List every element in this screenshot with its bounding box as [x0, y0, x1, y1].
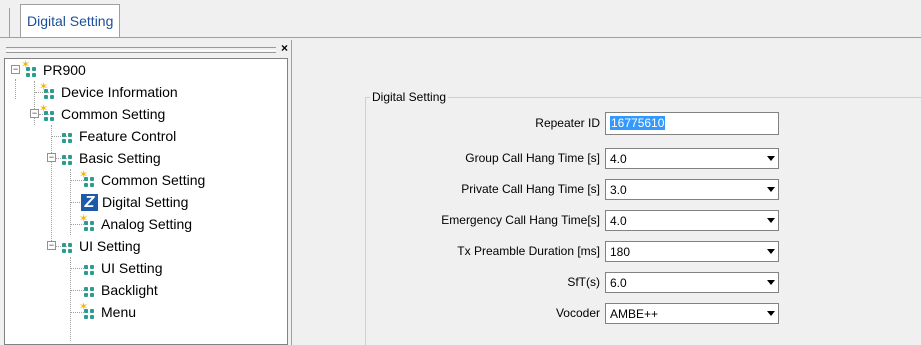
- digital-setting-panel: Digital Setting Repeater ID 16775610 Gro…: [300, 40, 921, 345]
- private-call-label-row: Private Call Hang Time [s]: [300, 178, 600, 200]
- collapse-basic-setting-icon[interactable]: −: [47, 153, 56, 162]
- feature-icon: [81, 282, 97, 298]
- tree-node-label: Basic Setting: [79, 150, 161, 166]
- tree-node-label: Backlight: [101, 282, 158, 298]
- tx-preamble-label-row: Tx Preamble Duration [ms]: [300, 240, 600, 262]
- repeater-id-field[interactable]: 16775610: [605, 112, 779, 135]
- emergency-call-hang-time-select[interactable]: 4.0: [605, 210, 779, 231]
- select-value: 6.0: [610, 276, 627, 290]
- group-title: Digital Setting: [370, 90, 449, 104]
- select-value: 4.0: [610, 214, 627, 228]
- sft-label-row: SfT(s): [300, 271, 600, 293]
- feature-icon: ✶: [39, 103, 57, 122]
- tx-preamble-duration-select[interactable]: 180: [605, 241, 779, 262]
- tree-node-label: UI Setting: [101, 260, 163, 276]
- tree-node-label: Device Information: [61, 84, 178, 100]
- tree-node-common-setting[interactable]: ✶ Common Setting: [39, 103, 166, 125]
- tree-node-label: Common Setting: [101, 172, 206, 188]
- chevron-down-icon: [767, 280, 775, 285]
- tab-divider: [0, 37, 921, 38]
- feature-icon: ✶: [79, 213, 97, 232]
- tree-node-ui-setting-child[interactable]: UI Setting: [81, 257, 162, 279]
- tab-strip-edge: [9, 8, 10, 38]
- feature-icon: ✶: [79, 169, 97, 188]
- select-value: 4.0: [610, 152, 627, 166]
- repeater-id-value: 16775610: [610, 116, 666, 130]
- select-value: AMBE++: [610, 307, 659, 321]
- emergency-call-label-row: Emergency Call Hang Time[s]: [300, 209, 600, 231]
- tree-view[interactable]: − ✶ PR900 ✶ Device Information − ✶ Commo…: [4, 58, 288, 345]
- tree-node-label: PR900: [43, 62, 86, 78]
- tx-preamble-duration-label: Tx Preamble Duration [ms]: [457, 244, 600, 258]
- sft-label: SfT(s): [567, 275, 600, 289]
- tree-node-label: UI Setting: [79, 238, 141, 254]
- select-value: 180: [610, 245, 631, 259]
- collapse-common-setting-icon[interactable]: −: [30, 109, 39, 118]
- tree-node-backlight[interactable]: Backlight: [81, 279, 158, 301]
- select-value: 3.0: [610, 183, 627, 197]
- collapse-pr900-icon[interactable]: −: [11, 65, 20, 74]
- tab-digital-setting[interactable]: Digital Setting: [20, 4, 121, 38]
- private-call-hang-time-label: Private Call Hang Time [s]: [461, 182, 600, 196]
- chevron-down-icon: [767, 187, 775, 192]
- collapse-ui-setting-icon[interactable]: −: [47, 241, 56, 250]
- feature-icon: ✶: [79, 301, 97, 320]
- tree-panel: × − ✶ PR900 ✶ Device Information − ✶ Com…: [0, 40, 292, 345]
- tree-node-device-information[interactable]: ✶ Device Information: [39, 81, 178, 103]
- vocoder-label-row: Vocoder: [300, 302, 600, 324]
- digital-setting-icon: Z: [81, 193, 98, 211]
- private-call-hang-time-select[interactable]: 3.0: [605, 179, 779, 200]
- vocoder-label: Vocoder: [555, 306, 600, 320]
- feature-icon: [81, 260, 97, 276]
- tree-node-feature-control[interactable]: Feature Control: [59, 125, 176, 147]
- chevron-down-icon: [767, 218, 775, 223]
- tree-node-digital-setting[interactable]: Z Digital Setting: [81, 191, 188, 213]
- tree-node-basic-common-setting[interactable]: ✶ Common Setting: [79, 169, 206, 191]
- emergency-call-hang-time-label: Emergency Call Hang Time[s]: [441, 213, 600, 227]
- group-call-label-row: Group Call Hang Time [s]: [300, 147, 600, 169]
- vocoder-select[interactable]: AMBE++: [605, 303, 779, 324]
- feature-icon: [59, 128, 75, 144]
- group-call-hang-time-select[interactable]: 4.0: [605, 148, 779, 169]
- repeater-id-label-row: Repeater ID: [300, 112, 600, 134]
- group-call-hang-time-label: Group Call Hang Time [s]: [465, 151, 600, 165]
- close-icon[interactable]: ×: [281, 41, 288, 55]
- chevron-down-icon: [767, 156, 775, 161]
- tree-node-ui-setting[interactable]: UI Setting: [59, 235, 140, 257]
- tree-node-pr900[interactable]: ✶ PR900: [21, 59, 86, 81]
- feature-icon: ✶: [21, 59, 39, 78]
- tree-node-menu[interactable]: ✶ Menu: [79, 301, 137, 323]
- sft-select[interactable]: 6.0: [605, 272, 779, 293]
- tree-node-label: Common Setting: [61, 106, 166, 122]
- tree-node-analog-setting[interactable]: ✶ Analog Setting: [79, 213, 193, 235]
- repeater-id-label: Repeater ID: [535, 116, 600, 130]
- chevron-down-icon: [767, 311, 775, 316]
- tab-strip: Digital Setting: [0, 0, 921, 40]
- tree-panel-header[interactable]: ×: [4, 41, 288, 56]
- feature-icon: [59, 150, 75, 166]
- tree-node-basic-setting[interactable]: Basic Setting: [59, 147, 161, 169]
- tree-node-label: Digital Setting: [102, 194, 189, 210]
- feature-icon: [59, 238, 75, 254]
- tree-node-label: Analog Setting: [101, 216, 193, 232]
- feature-icon: ✶: [39, 81, 57, 100]
- tree-node-label: Menu: [101, 304, 137, 320]
- tree-node-label: Feature Control: [79, 128, 177, 144]
- chevron-down-icon: [767, 249, 775, 254]
